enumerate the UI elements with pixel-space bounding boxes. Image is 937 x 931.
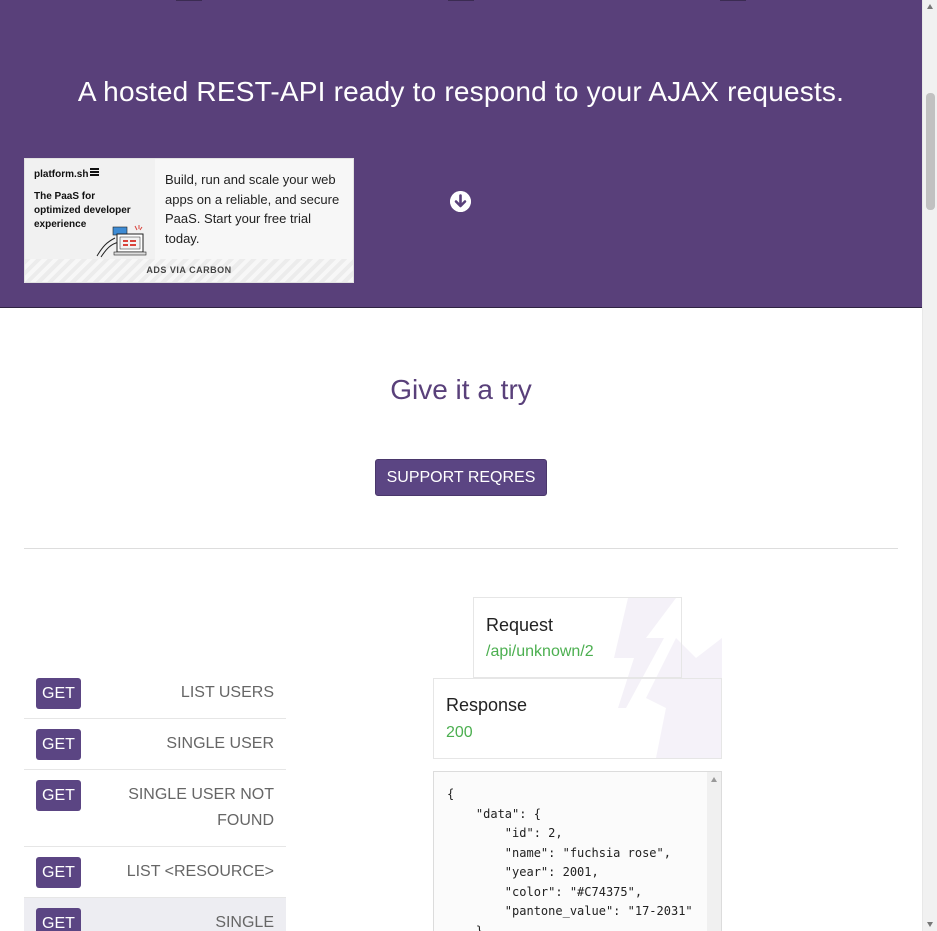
endpoint-label: SINGLE USER [166, 735, 274, 752]
section-title: Give it a try [390, 374, 532, 405]
request-url: /api/unknown/2 [486, 643, 594, 660]
scroll-up-icon[interactable] [711, 777, 717, 782]
carbon-ad[interactable]: platform.sh The PaaS for optimized devel… [24, 158, 354, 283]
endpoint-item-single-resource[interactable]: GET SINGLE <RESOURCE> [24, 898, 286, 931]
scroll-up-icon[interactable] [927, 4, 933, 9]
hero-banner: A hosted REST-API ready to respond to yo… [0, 0, 922, 308]
endpoint-item-single-user-not-found[interactable]: GET SINGLE USER NOT FOUND [24, 770, 286, 847]
endpoint-label: LIST <RESOURCE> [126, 863, 274, 880]
response-status: 200 [446, 724, 473, 741]
ads-via-carbon-link[interactable]: ADS VIA CARBON [25, 259, 353, 282]
page-scrollbar[interactable] [922, 0, 937, 931]
method-badge: GET [36, 678, 81, 709]
response-body[interactable]: { "data": { "id": 2, "name": "fuchsia ro… [433, 771, 722, 931]
response-panel: Response 200 [433, 678, 722, 759]
method-badge: GET [36, 857, 81, 888]
stack-icon [90, 168, 100, 176]
endpoint-item-list-resource[interactable]: GET LIST <RESOURCE> [24, 847, 286, 898]
divider [24, 548, 898, 549]
hero-decor-tick [448, 0, 474, 1]
code-scrollbar[interactable] [707, 772, 721, 931]
scroll-down-icon[interactable] [927, 922, 933, 927]
laptop-illustration-icon [96, 225, 147, 258]
ad-text[interactable]: Build, run and scale your web apps on a … [165, 170, 347, 248]
endpoint-item-list-users[interactable]: GET LIST USERS [24, 668, 286, 719]
method-badge: GET [36, 729, 81, 760]
endpoint-list: GET LIST USERS GET SINGLE USER GET SINGL… [24, 668, 286, 931]
arrow-circle-down-icon[interactable] [450, 191, 471, 212]
ad-brand-logo: platform.sh [34, 168, 100, 180]
endpoint-label: LIST USERS [180, 684, 274, 701]
request-panel: Request /api/unknown/2 [473, 597, 682, 678]
endpoint-label: SINGLE USER NOT FOUND [128, 786, 274, 829]
method-badge: GET [36, 908, 81, 931]
response-json: { "data": { "id": 2, "name": "fuchsia ro… [447, 787, 693, 931]
support-reqres-button[interactable]: SUPPORT REQRES [375, 459, 547, 496]
scrollbar-thumb[interactable] [926, 93, 935, 210]
method-badge: GET [36, 780, 81, 811]
hero-title: A hosted REST-API ready to respond to yo… [77, 76, 845, 107]
hero-decor-tick [720, 0, 746, 1]
hero-decor-tick [176, 0, 202, 1]
response-title: Response [446, 695, 528, 715]
endpoint-label: SINGLE <RESOURCE> [215, 914, 274, 931]
ad-brand-name: platform.sh [34, 169, 89, 180]
endpoint-item-single-user[interactable]: GET SINGLE USER [24, 719, 286, 770]
ad-image[interactable]: platform.sh The PaaS for optimized devel… [25, 159, 155, 259]
request-title: Request [486, 615, 554, 635]
